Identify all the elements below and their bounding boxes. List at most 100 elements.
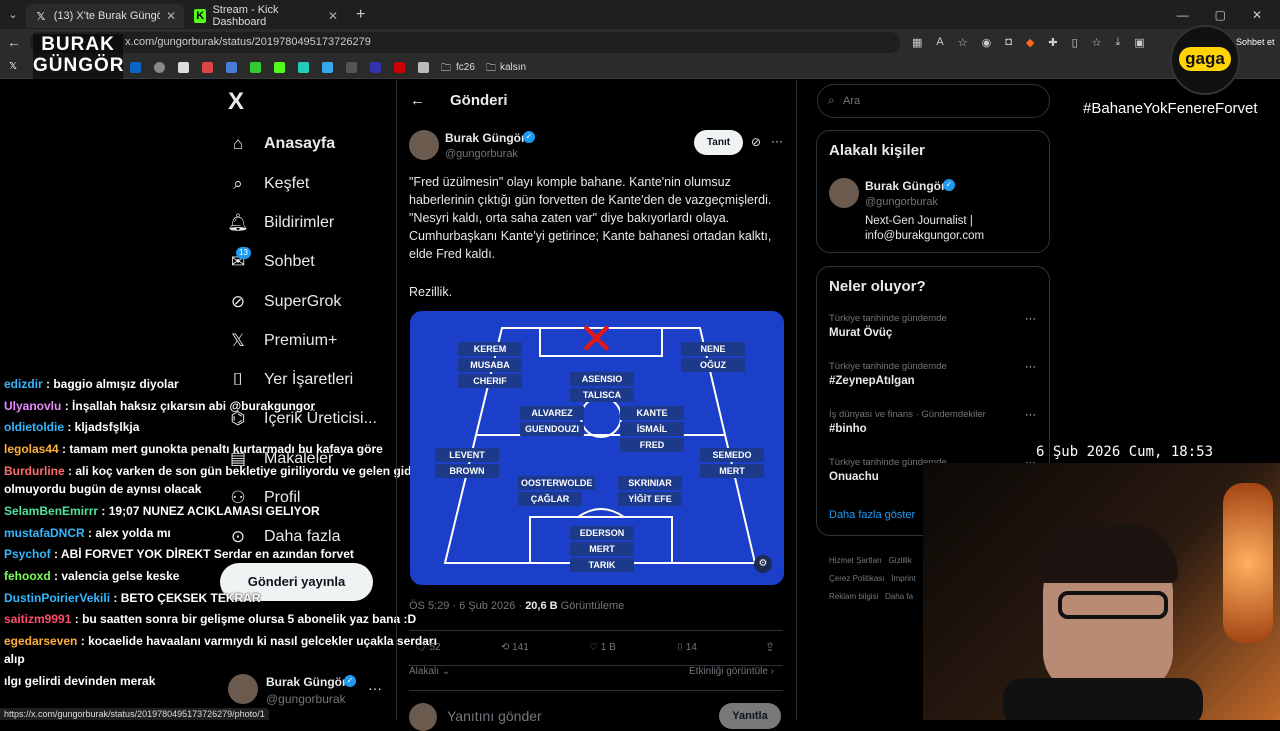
more-icon[interactable]: ···	[1025, 313, 1036, 325]
status-url: https://x.com/gungorburak/status/2019780…	[0, 708, 269, 720]
nav-supergrok[interactable]: ⊘ SuperGrok	[228, 292, 342, 312]
minimize-icon[interactable]: —	[1177, 8, 1189, 22]
bookmark-icon[interactable]	[298, 62, 309, 73]
view-engagement-link[interactable]: Etkinliği görüntüle ›	[689, 666, 774, 677]
bookmark-button[interactable]: ⌷ 14	[677, 642, 697, 653]
folder-icon: 🗀	[486, 63, 496, 74]
favorites-icon[interactable]: ☆	[1092, 36, 1102, 49]
trend-name: #binho	[829, 423, 867, 435]
brave-icon[interactable]: ◆	[1026, 36, 1034, 49]
chat-text: : İnşallah haksız çıkarsın abi @burakgun…	[64, 399, 316, 413]
more-icon[interactable]: ···	[1025, 409, 1036, 421]
more-icon[interactable]: ···	[771, 134, 783, 148]
x-bookmark-icon[interactable]: 𝕏	[9, 61, 20, 72]
puzzle-icon[interactable]: ✚	[1048, 36, 1057, 49]
bookmark-icon[interactable]	[178, 62, 189, 73]
trend-item[interactable]: Türkiye tarihinde gündemde Murat Övüç ···	[829, 313, 1039, 339]
more-icon[interactable]: ···	[368, 680, 382, 696]
player-label: TARIK	[570, 558, 634, 572]
bookmark-icon[interactable]	[418, 62, 429, 73]
trend-item[interactable]: İş dünyası ve finans · Gündemdekiler #bin…	[829, 409, 1039, 435]
grid-icon[interactable]: ▦	[912, 36, 922, 49]
reply-button[interactable]: Yanıtla	[719, 703, 781, 729]
maximize-icon[interactable]: ▢	[1215, 8, 1226, 22]
reply-input[interactable]: Yanıtını gönder	[447, 708, 542, 724]
x-mark-icon: ✕	[578, 315, 615, 364]
bookmark-icon[interactable]	[346, 62, 357, 73]
related-dropdown[interactable]: Alakalı ⌄	[409, 666, 450, 677]
author-name[interactable]: Burak Güngör	[445, 131, 526, 145]
chat-message: ılgı gelirdi devinden merak	[4, 673, 155, 689]
bookmark-folder-kalsin[interactable]: kalsın	[500, 62, 526, 73]
show-more-link[interactable]: Daha fazla göster	[829, 509, 915, 521]
lamp	[1223, 483, 1273, 643]
like-button[interactable]: ♡ 1 B	[589, 642, 616, 653]
bookmark-icon[interactable]	[202, 62, 213, 73]
chat-username: oldietoldie	[4, 420, 64, 434]
close-icon[interactable]: ✕	[328, 9, 338, 23]
download-icon[interactable]: ⤓	[1116, 36, 1121, 49]
camera-icon[interactable]: ◘	[1005, 36, 1012, 49]
nav-premium[interactable]: 𝕏 Premium+	[228, 331, 337, 351]
read-aloud-icon[interactable]: A	[936, 36, 943, 49]
back-arrow-icon[interactable]: ←	[410, 92, 425, 109]
bookmark-icon[interactable]	[370, 62, 381, 73]
extension-icon[interactable]: ◉	[982, 36, 992, 49]
account-switcher[interactable]: Burak Güngör ✓ @gungorburak ···	[228, 674, 388, 710]
bookmark-icon[interactable]	[394, 62, 405, 73]
screenshot-icon[interactable]: ▣	[1134, 36, 1144, 49]
promote-button[interactable]: Tanıt	[694, 130, 743, 155]
grok-icon: ⊘	[230, 292, 246, 311]
new-tab-button[interactable]: +	[356, 6, 365, 24]
back-arrow-icon[interactable]: ←	[7, 34, 21, 50]
bookmark-icon: ⌷	[232, 370, 244, 389]
chat-username: edizdir	[4, 377, 43, 391]
bookmark-icon[interactable]	[226, 62, 237, 73]
close-window-icon[interactable]: ✕	[1252, 8, 1262, 22]
bookmarks-bar: 𝕏 🗀 fc26 🗀 kalsın	[0, 56, 1280, 79]
reply-button[interactable]: 🗨︎ 52	[414, 642, 441, 653]
nav-bookmarks[interactable]: ⌷ Yer İşaretleri	[228, 370, 353, 390]
grok-icon[interactable]: ⊘	[751, 135, 761, 149]
bookmark-icon[interactable]	[250, 62, 261, 73]
split-icon[interactable]: ▯	[1072, 36, 1078, 49]
star-icon[interactable]: ☆	[958, 36, 968, 49]
headset	[1003, 678, 1203, 720]
nav-notifications[interactable]: 🔔︎ Bildirimler	[227, 213, 334, 233]
bookmark-icon[interactable]	[130, 62, 141, 73]
search-input[interactable]: Ara	[843, 95, 860, 107]
reply-composer: Yanıtını gönder Yanıtla	[409, 690, 783, 731]
nav-home[interactable]: ⌂ Anasayfa	[228, 134, 335, 154]
verified-icon: ✓	[344, 675, 356, 687]
sidebar-footer: Hizmet Şartları Gizlilik Çerez Politikas…	[829, 556, 916, 601]
chat-label[interactable]: Sohbet et	[1236, 37, 1275, 47]
bookmark-icon[interactable]	[322, 62, 333, 73]
bookmark-folder-fc26[interactable]: fc26	[456, 62, 475, 73]
bookmark-icon[interactable]	[274, 62, 285, 73]
tab-kick-dashboard[interactable]: K Stream - Kick Dashboard ✕	[186, 4, 346, 28]
tab-x-post[interactable]: 𝕏 (13) X'te Burak Güngör: ""Fred üz… ✕	[26, 4, 184, 28]
alt-badge-icon[interactable]: ⚙	[754, 555, 772, 573]
nav-more[interactable]: ⊙ Daha fazla	[228, 527, 341, 547]
chat-text: : ali koç varken de son gün bekletiye gi…	[68, 464, 426, 478]
column-divider	[796, 80, 797, 720]
x-logo-icon[interactable]: X	[228, 88, 244, 116]
post-image-formation[interactable]: ✕ ⚙ KEREM MUSABA CHERIF NENE OĞUZ ASENSIO TALI…	[410, 311, 784, 585]
author-handle[interactable]: @gungorburak	[445, 148, 518, 160]
bookmark-icon[interactable]	[154, 62, 165, 73]
share-icon[interactable]: ⇪	[765, 640, 775, 654]
avatar[interactable]	[829, 178, 859, 208]
close-icon[interactable]: ✕	[166, 9, 176, 23]
trend-item[interactable]: Türkiye tarihinde gündemde #ZeynepAtılgan…	[829, 361, 1039, 387]
repost-button[interactable]: ⟲ 141	[501, 642, 529, 653]
nav-chat[interactable]: ✉ 13 Sohbet	[228, 247, 315, 272]
more-icon[interactable]: ···	[1025, 361, 1036, 373]
tab-list-chevron-icon[interactable]: ⌄	[0, 8, 26, 21]
glasses	[1058, 591, 1168, 619]
trend-context: Türkiye tarihinde gündemde	[829, 361, 947, 372]
window-controls[interactable]: — ▢ ✕	[1177, 8, 1280, 22]
search-box[interactable]: ⌕ Ara	[817, 84, 1050, 118]
address-bar[interactable]: x.com/gungorburak/status/201978049517372…	[30, 32, 900, 53]
avatar[interactable]	[409, 130, 439, 160]
nav-explore[interactable]: ⌕ Keşfet	[228, 174, 309, 194]
